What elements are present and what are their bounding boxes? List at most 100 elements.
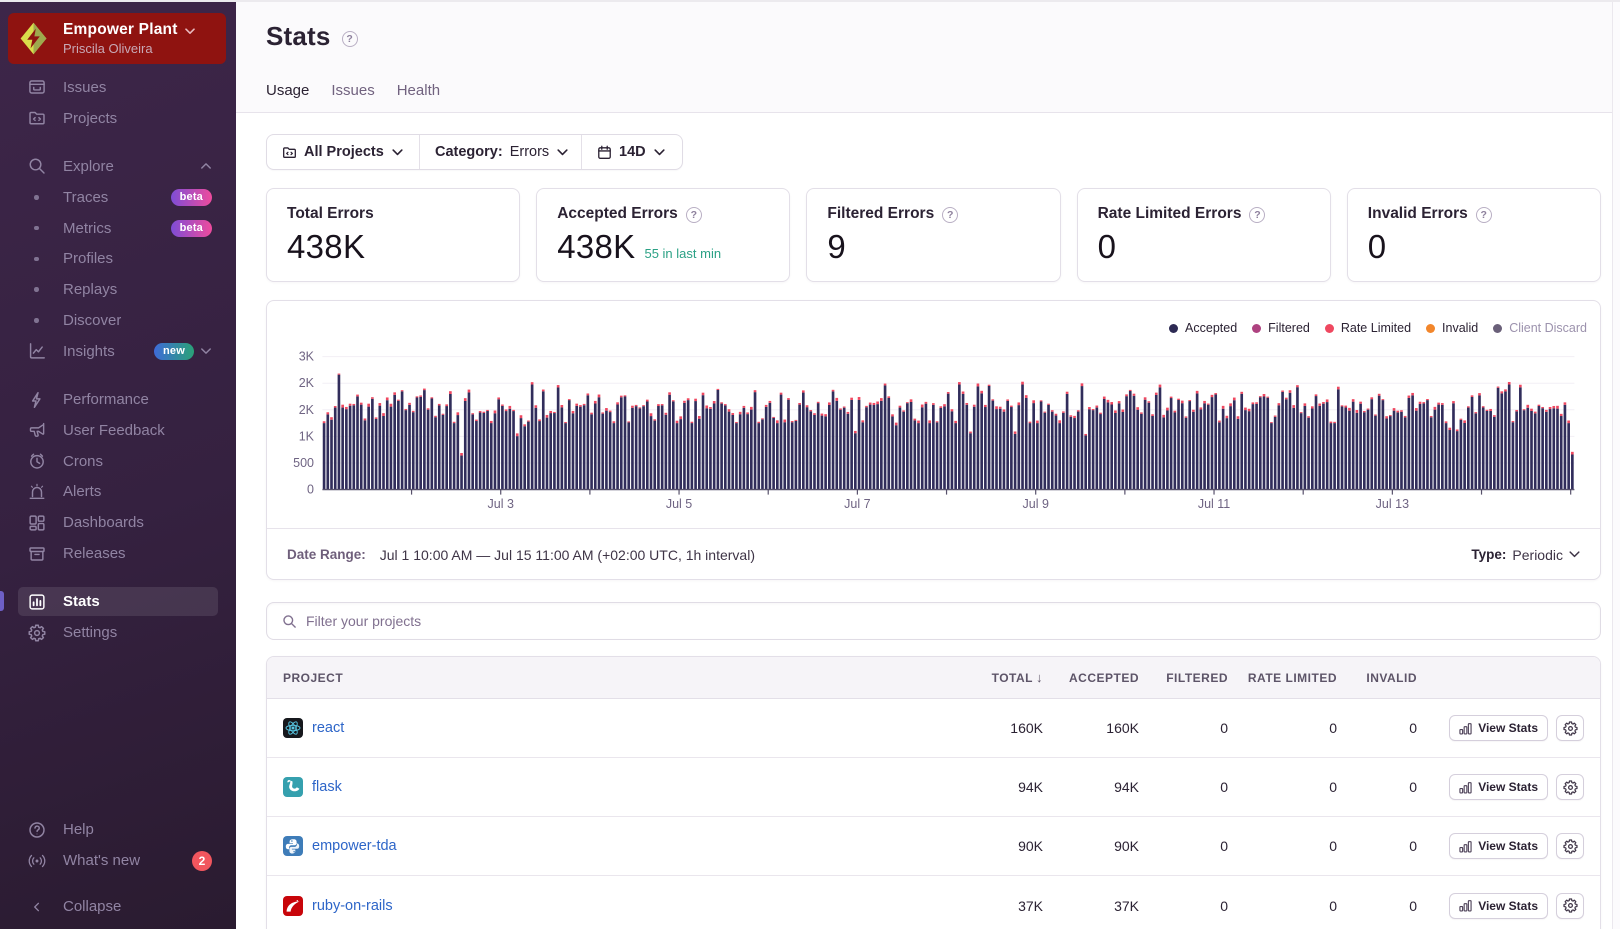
row-actions: View Stats xyxy=(1417,715,1600,741)
chevron-up-icon xyxy=(200,162,212,170)
project-filter-dropdown[interactable]: All Projects xyxy=(267,135,419,169)
view-stats-button[interactable]: View Stats xyxy=(1449,715,1548,741)
sidebar-item-discover[interactable]: Discover xyxy=(0,305,236,336)
table-row-ruby-on-rails: ruby-on-rails 37K 37K 0 0 0 View Stats xyxy=(267,876,1600,929)
sidebar-item-label: Discover xyxy=(63,311,122,329)
usage-chart[interactable]: 0 500 1K 2K 2K 3K Jul 3 Jul 5 Jul 7 Jul 9 Jul 11 Ju… xyxy=(267,301,1600,528)
chart-type-value: Periodic xyxy=(1512,546,1563,563)
sidebar-item-alerts[interactable]: Alerts xyxy=(0,477,236,508)
filtered-cell: 0 xyxy=(1220,897,1228,914)
project-link[interactable]: react xyxy=(312,720,344,736)
chevron-down-icon xyxy=(1569,551,1580,558)
project-settings-button[interactable] xyxy=(1556,774,1584,800)
svg-text:1K: 1K xyxy=(299,429,315,443)
col-filtered[interactable]: FILTERED xyxy=(1139,671,1228,685)
chevron-down-icon xyxy=(654,149,665,156)
org-name-text: Empower Plant xyxy=(63,21,178,38)
org-name: Empower Plant xyxy=(63,21,195,39)
sidebar-item-crons[interactable]: Crons xyxy=(0,446,236,477)
help-icon[interactable]: ? xyxy=(1475,206,1492,223)
org-switcher[interactable]: Empower Plant Priscila Oliveira xyxy=(8,13,226,64)
invalid-cell: 0 xyxy=(1409,720,1417,736)
sidebar-item-performance[interactable]: Performance xyxy=(0,384,236,415)
project-settings-button[interactable] xyxy=(1556,892,1584,919)
user-feedback-icon xyxy=(27,421,46,440)
scrollbar-gutter[interactable] xyxy=(1612,2,1620,929)
card-title: Total Errors xyxy=(287,205,374,222)
tab-issues[interactable]: Issues xyxy=(331,82,374,111)
help-icon[interactable]: ? xyxy=(942,206,959,223)
alerts-icon xyxy=(27,482,46,501)
card-title: Filtered Errors? xyxy=(827,205,1039,223)
category-filter-dropdown[interactable]: Category: Errors xyxy=(419,135,581,169)
view-stats-button[interactable]: View Stats xyxy=(1449,774,1548,800)
sidebar-item-replays[interactable]: Replays xyxy=(0,274,236,305)
sidebar-item-releases[interactable]: Releases xyxy=(0,538,236,569)
org-info: Empower Plant Priscila Oliveira xyxy=(63,21,195,56)
chevron-left-icon xyxy=(27,897,46,916)
tab-usage[interactable]: Usage xyxy=(266,82,312,126)
date-range-label: Date Range: xyxy=(287,547,366,562)
project-link[interactable]: empower-tda xyxy=(312,838,397,854)
projects-icon xyxy=(27,109,46,128)
card-value: 9 xyxy=(827,228,847,265)
filter-bar: All Projects Category: Errors 14D xyxy=(266,134,683,170)
view-stats-button[interactable]: View Stats xyxy=(1449,892,1548,919)
card-value: 0 xyxy=(1097,228,1117,265)
sidebar-item-whats-new[interactable]: What's new 2 xyxy=(0,845,236,876)
date-range-dropdown[interactable]: 14D xyxy=(581,135,682,169)
bar-chart-icon xyxy=(1459,900,1472,912)
card-accepted-errors: Accepted Errors? 438K 55 in last min xyxy=(536,188,791,282)
card-total-errors: Total Errors 438K xyxy=(266,188,521,282)
help-icon[interactable]: ? xyxy=(685,206,702,223)
accepted-cell: 90K xyxy=(1114,838,1139,854)
org-logo xyxy=(18,21,50,57)
col-project[interactable]: PROJECT xyxy=(267,671,947,685)
project-settings-button[interactable] xyxy=(1556,715,1584,741)
sidebar-item-label: Traces xyxy=(63,188,109,206)
rate-limited-cell: 0 xyxy=(1329,897,1337,914)
total-cell: 90K xyxy=(1018,838,1043,854)
project-search-input[interactable] xyxy=(306,613,1588,629)
tab-health[interactable]: Health xyxy=(397,82,440,111)
sidebar-item-help[interactable]: Help xyxy=(0,814,236,845)
sidebar-item-projects[interactable]: Projects xyxy=(0,103,236,134)
col-rate-limited[interactable]: RATE LIMITED xyxy=(1228,671,1337,685)
sidebar-item-label: Issues xyxy=(63,78,107,96)
sidebar-item-settings[interactable]: Settings xyxy=(0,617,236,648)
col-invalid[interactable]: INVALID xyxy=(1337,671,1417,685)
help-icon xyxy=(27,820,46,839)
card-title: Accepted Errors? xyxy=(557,205,769,223)
sidebar-item-metrics[interactable]: Metrics beta xyxy=(0,213,236,244)
settings-icon xyxy=(27,623,46,642)
sidebar-item-profiles[interactable]: Profiles xyxy=(0,243,236,274)
sidebar-item-traces[interactable]: Traces beta xyxy=(0,182,236,213)
project-link[interactable]: flask xyxy=(312,779,342,795)
bar-chart-icon xyxy=(1459,840,1472,852)
active-item-accent xyxy=(0,591,4,611)
bullet-icon xyxy=(27,225,46,231)
sidebar-item-stats[interactable]: Stats xyxy=(0,586,236,617)
sidebar-collapse-button[interactable]: Collapse xyxy=(0,891,236,922)
tabs: Usage Issues Health xyxy=(266,82,440,126)
card-value: 438K xyxy=(287,228,366,265)
col-accepted[interactable]: ACCEPTED xyxy=(1043,671,1139,685)
view-stats-button[interactable]: View Stats xyxy=(1449,833,1548,859)
help-icon[interactable]: ? xyxy=(1249,206,1266,223)
accepted-cell: 160K xyxy=(1106,720,1139,736)
sidebar-item-label: User Feedback xyxy=(63,421,165,439)
beta-badge: beta xyxy=(170,219,212,237)
sidebar-item-user-feedback[interactable]: User Feedback xyxy=(0,415,236,446)
sidebar-item-dashboards[interactable]: Dashboards xyxy=(0,507,236,538)
project-link[interactable]: ruby-on-rails xyxy=(312,898,393,914)
sidebar-item-explore[interactable]: Explore xyxy=(0,151,236,182)
chevron-down-icon xyxy=(184,27,195,34)
sidebar-item-insights[interactable]: Insights new xyxy=(0,336,236,367)
flask-project-icon xyxy=(283,777,303,797)
col-total[interactable]: TOTAL ↓ xyxy=(947,670,1043,685)
page-help-icon[interactable]: ? xyxy=(341,30,358,47)
chart-type-dropdown[interactable]: Type: Periodic xyxy=(1471,547,1580,563)
sidebar-item-issues[interactable]: Issues xyxy=(0,72,236,103)
python-project-icon xyxy=(283,836,303,856)
project-settings-button[interactable] xyxy=(1556,833,1584,859)
